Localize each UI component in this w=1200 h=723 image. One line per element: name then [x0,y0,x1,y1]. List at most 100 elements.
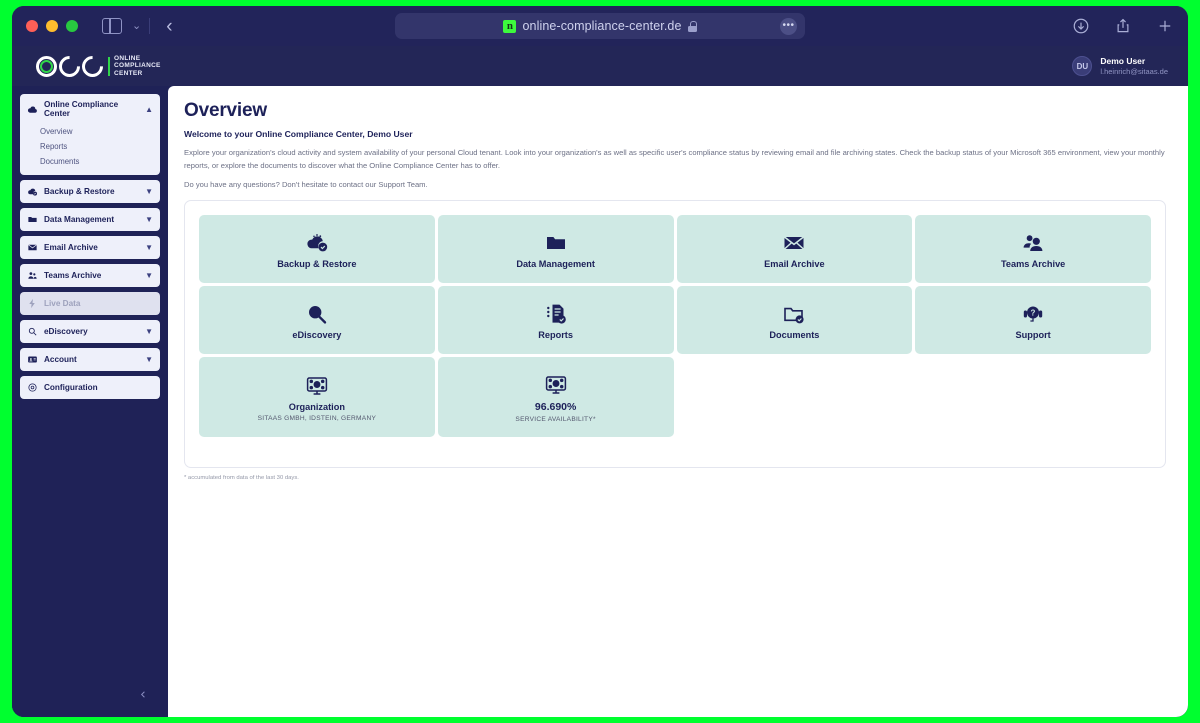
logo-line-1: ONLINE [114,54,141,62]
cloud-icon [27,104,38,115]
sidebar-group-configuration[interactable]: Configuration [20,376,160,400]
sidebar-group-account[interactable]: Account ▼ [20,348,160,372]
sidebar-group-label: Email Archive [44,243,98,253]
sidebar-group-email-archive[interactable]: Email Archive ▼ [20,236,160,260]
page-menu-button[interactable]: ••• [780,17,797,35]
magnifier-icon [304,301,330,327]
folder-icon [27,214,38,225]
sidebar-group-label: eDiscovery [44,327,88,337]
gear-icon [27,382,38,393]
tile-label: Backup & Restore [277,258,357,269]
share-icon[interactable] [1114,17,1132,35]
app-logo[interactable]: ONLINE COMPLIANCE CENTER [36,51,161,81]
logo-circle-icon [36,55,57,77]
tile-organization[interactable]: Organization SITAAS GMBH, IDSTEIN, GERMA… [199,357,435,438]
page-title: Overview [184,100,267,121]
user-meta: Demo User l.heinrich@sitaas.de [1100,56,1168,76]
avatar: DU [1072,56,1093,76]
chevron-down-icon[interactable]: ▼ [145,187,153,196]
sidebar-group-header[interactable]: Configuration [20,376,160,399]
tile-label: Teams Archive [1000,258,1066,269]
envelope-icon [781,230,807,256]
tile-placeholder [915,357,1151,425]
sidebar-group-label: Configuration [44,383,98,393]
sidebar-group-header[interactable]: Backup & Restore ▼ [20,180,160,203]
tile-row: Backup & Restore Data Management Email A… [199,215,1151,284]
download-icon[interactable] [1072,17,1090,35]
folder-icon [543,230,569,256]
chevron-down-icon[interactable]: ▼ [145,327,153,336]
chevron-down-icon[interactable]: ▼ [145,355,153,364]
logo-wordmark: ONLINE COMPLIANCE CENTER [114,55,161,77]
sidebar-group-backup-restore[interactable]: Backup & Restore ▼ [20,180,160,204]
tile-data-management[interactable]: Data Management [437,215,674,284]
sidebar-item-reports[interactable]: Reports [40,139,153,154]
sidebar-collapse-button[interactable] [132,683,154,705]
tile-teams-archive[interactable]: Teams Archive [915,215,1151,284]
sidebar-group-online-compliance-center[interactable]: Online Compliance Center ▲ Overview Repo… [20,94,160,176]
tile-email-archive[interactable]: Email Archive [676,215,913,284]
service-availability-value: 96.690% [534,400,577,413]
tile-label: eDiscovery [292,329,342,340]
sidebar-toggle-icon[interactable] [102,18,122,34]
close-window-button[interactable] [26,20,38,32]
cloud-check-icon [27,186,38,197]
sidebar-group-teams-archive[interactable]: Teams Archive ▼ [20,264,160,288]
chevron-up-icon[interactable]: ▲ [145,105,153,114]
sidebar-group-header[interactable]: Data Management ▼ [20,208,160,231]
sidebar-group-label: Teams Archive [44,271,102,281]
sidebar-group-live-data: Live Data [20,292,160,316]
sidebar-group-header[interactable]: eDiscovery ▼ [20,320,160,343]
id-card-icon [27,354,38,365]
tile-label: Data Management [516,258,595,269]
minimize-window-button[interactable] [46,20,58,32]
sidebar-item-documents[interactable]: Documents [40,154,153,169]
chevron-down-icon[interactable]: ▼ [145,215,153,224]
application: ONLINE COMPLIANCE CENTER DU Demo User l.… [12,46,1188,717]
user-menu[interactable]: DU Demo User l.heinrich@sitaas.de [1068,53,1172,79]
browser-window: ⌄ ‹ n online-compliance-center.de ••• ON… [12,6,1188,717]
sidebar-group-header: Live Data [20,292,160,315]
sidebar-item-overview[interactable]: Overview [40,124,153,139]
logo-line-2: COMPLIANCE [114,62,161,70]
sidebar-group-header[interactable]: Email Archive ▼ [20,236,160,259]
logo-line-3: CENTER [114,69,143,77]
toolbar-actions [1072,17,1174,35]
sidebar-group-ediscovery[interactable]: eDiscovery ▼ [20,320,160,344]
logo-divider [108,56,110,76]
sidebar-group-header[interactable]: Account ▼ [20,348,160,371]
report-check-icon [543,301,569,327]
back-chevron-icon[interactable]: ‹ [166,17,172,36]
tile-backup-restore[interactable]: Backup & Restore [199,215,435,284]
headset-icon: ? [1020,301,1046,327]
tile-ediscovery[interactable]: eDiscovery [199,286,435,355]
chevron-down-icon[interactable]: ▼ [145,271,153,280]
occ-logo-mark [36,51,108,81]
tile-row: Organization SITAAS GMBH, IDSTEIN, GERMA… [199,357,1151,438]
sidebar-group-header[interactable]: Teams Archive ▼ [20,264,160,287]
maximize-window-button[interactable] [66,20,78,32]
tile-reports[interactable]: Reports [437,286,674,355]
sidebar-subitems: Overview Reports Documents [20,124,160,175]
plus-icon[interactable] [1156,17,1174,35]
tile-label: Documents [769,329,820,340]
toolbar-divider [149,18,151,34]
sidebar-group-header[interactable]: Online Compliance Center ▲ [20,94,160,124]
footnote: * accumulated from data of the last 30 d… [184,475,299,482]
tile-label: Reports [538,329,573,340]
tile-documents[interactable]: Documents [676,286,913,355]
user-name: Demo User [1100,56,1146,66]
logo-c1-icon [54,51,85,81]
url-bar[interactable]: n online-compliance-center.de ••• [395,13,805,39]
magnifier-icon [27,326,38,337]
chevron-down-icon[interactable]: ⌄ [132,20,141,32]
tile-support[interactable]: ? Support [915,286,1151,355]
tile-service-availability[interactable]: 96.690% SERVICE AVAILABILITY* [437,357,674,438]
app-body: Online Compliance Center ▲ Overview Repo… [12,86,1188,717]
chevron-down-icon[interactable]: ▼ [145,243,153,252]
people-icon [27,270,38,281]
envelope-icon [27,242,38,253]
sidebar-group-data-management[interactable]: Data Management ▼ [20,208,160,232]
url-text: online-compliance-center.de [522,19,682,33]
tile-row: eDiscovery Reports Documents ? Support [199,286,1151,355]
